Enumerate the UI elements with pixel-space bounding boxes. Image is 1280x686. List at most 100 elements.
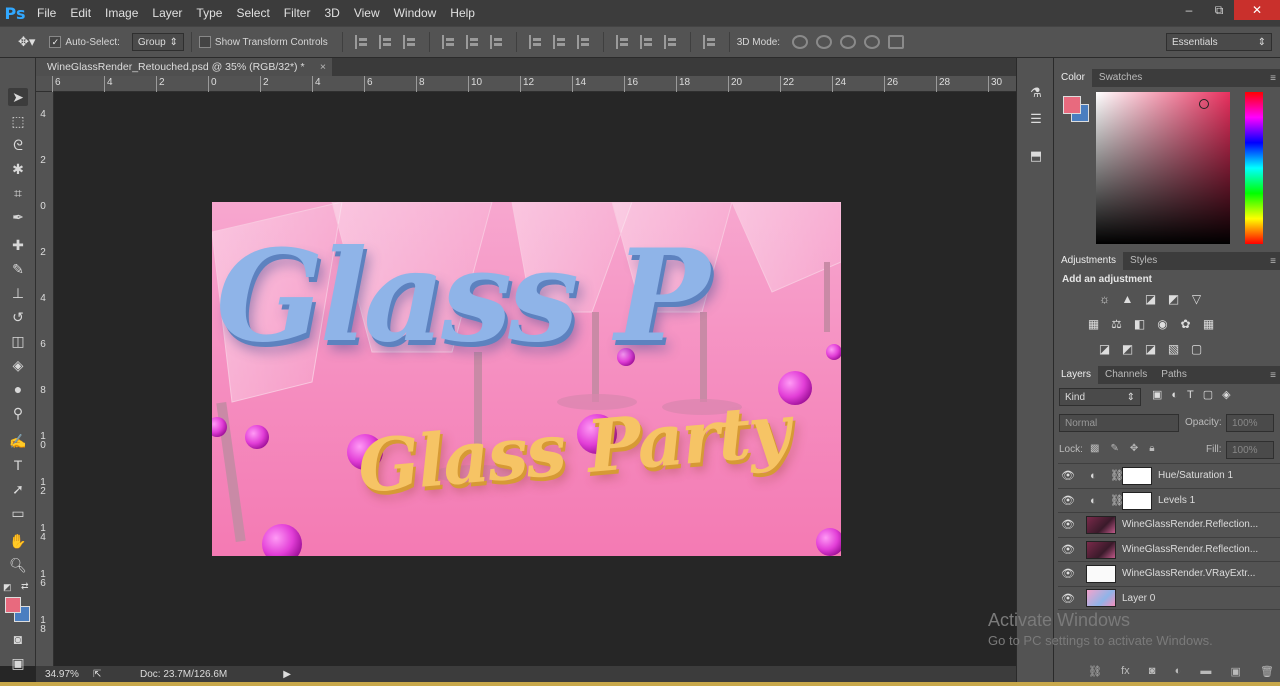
foreground-color-swatch[interactable] — [5, 597, 21, 613]
color-lookup-icon[interactable]: ▦ — [1201, 317, 1216, 331]
tab-channels[interactable]: Channels — [1098, 366, 1154, 384]
menu-view[interactable]: View — [347, 0, 387, 26]
blend-mode-dropdown[interactable]: Normal — [1059, 414, 1179, 432]
eraser-tool-icon[interactable]: ◫ — [8, 332, 28, 350]
visibility-eye-icon[interactable]: 👁︎ — [1058, 543, 1078, 556]
color-picker-cursor[interactable] — [1199, 99, 1209, 109]
layer-row[interactable]: 👁︎ WineGlassRender.Reflection... — [1058, 512, 1280, 536]
align-top-icon[interactable] — [354, 35, 369, 49]
show-transform-checkbox[interactable] — [198, 36, 211, 48]
path-selection-tool-icon[interactable]: ➚ — [8, 480, 28, 498]
magic-wand-tool-icon[interactable]: ✱ — [8, 160, 28, 178]
healing-brush-tool-icon[interactable]: ✚ — [8, 236, 28, 254]
black-white-icon[interactable]: ◧ — [1132, 317, 1147, 331]
visibility-eye-icon[interactable]: 👁︎ — [1058, 592, 1078, 605]
distribute-vcenter-icon[interactable] — [552, 35, 567, 49]
layer-name[interactable]: WineGlassRender.Reflection... — [1122, 544, 1258, 555]
tab-layers[interactable]: Layers — [1054, 366, 1099, 384]
distribute-hcenter-icon[interactable] — [639, 35, 654, 49]
align-bottom-icon[interactable] — [402, 35, 417, 49]
panel-menu-icon[interactable]: ≡ — [1270, 73, 1276, 84]
layer-row[interactable]: 👁︎ WineGlassRender.VRayExtr... — [1058, 561, 1280, 585]
fx-icon[interactable]: fx — [1121, 665, 1130, 678]
status-arrow-icon[interactable]: ▶ — [283, 669, 291, 680]
auto-select-dropdown[interactable]: Group ⇕ — [131, 33, 184, 51]
color-balance-icon[interactable]: ⚖ — [1109, 317, 1124, 331]
menu-type[interactable]: Type — [189, 0, 229, 26]
exposure-icon[interactable]: ◩ — [1166, 292, 1181, 306]
crop-tool-icon[interactable]: ⌗ — [8, 184, 28, 202]
visibility-eye-icon[interactable]: 👁︎ — [1058, 494, 1078, 507]
scale-3d-icon[interactable] — [888, 35, 905, 49]
menu-layer[interactable]: Layer — [145, 0, 189, 26]
rectangle-tool-icon[interactable]: ▭ — [8, 504, 28, 522]
visibility-eye-icon[interactable]: 👁︎ — [1058, 469, 1078, 482]
swap-colors-icon[interactable]: ⇄ — [21, 581, 29, 592]
blur-tool-icon[interactable]: ● — [8, 380, 28, 398]
hand-tool-icon[interactable]: ✋ — [8, 532, 28, 550]
gradient-map-icon[interactable]: ▧ — [1166, 342, 1181, 356]
dodge-tool-icon[interactable]: ⚲ — [8, 404, 28, 422]
layer-name[interactable]: WineGlassRender.VRayExtr... — [1122, 568, 1255, 579]
layer-filter-icons[interactable]: ▣◐T▢◈ — [1152, 388, 1240, 401]
opacity-field[interactable]: 100% — [1226, 414, 1274, 432]
pan-3d-icon[interactable] — [840, 35, 857, 49]
properties-panel-icon[interactable]: ☰ — [1026, 110, 1046, 128]
layer-row[interactable]: 👁︎ Layer 0 — [1058, 586, 1280, 610]
slide-3d-icon[interactable] — [864, 35, 881, 49]
distribute-bottom-icon[interactable] — [576, 35, 591, 49]
posterize-icon[interactable]: ◩ — [1120, 342, 1135, 356]
color-picker-field[interactable] — [1096, 92, 1230, 244]
pen-tool-icon[interactable]: ✍ — [8, 432, 28, 450]
tab-swatches[interactable]: Swatches — [1092, 69, 1149, 87]
layer-row[interactable]: 👁︎ WineGlassRender.Reflection... — [1058, 537, 1280, 561]
align-right-icon[interactable] — [489, 35, 504, 49]
levels-icon[interactable]: ▲ — [1120, 292, 1135, 306]
layer-name[interactable]: Layer 0 — [1122, 593, 1155, 604]
maximize-button[interactable]: ⧉ — [1204, 0, 1234, 20]
close-button[interactable]: ✕ — [1234, 0, 1280, 20]
invert-icon[interactable]: ◪ — [1097, 342, 1112, 356]
default-colors-icon[interactable]: ◩ — [3, 582, 12, 593]
menu-help[interactable]: Help — [443, 0, 482, 26]
brush-tool-icon[interactable]: ✎ — [8, 260, 28, 278]
distribute-right-icon[interactable] — [663, 35, 678, 49]
orbit-3d-icon[interactable] — [792, 35, 809, 49]
menu-window[interactable]: Window — [387, 0, 444, 26]
type-tool-icon[interactable]: T — [8, 456, 28, 474]
tab-styles[interactable]: Styles — [1123, 252, 1164, 270]
lasso-tool-icon[interactable]: ᘓ — [8, 136, 28, 154]
layer-row[interactable]: 👁︎ ◐ ⛓ Hue/Saturation 1 — [1058, 463, 1280, 487]
screen-mode-icon[interactable]: ▣ — [8, 654, 28, 672]
new-adjustment-icon[interactable]: ◐ — [1175, 665, 1182, 678]
menu-select[interactable]: Select — [229, 0, 276, 26]
distribute-left-icon[interactable] — [615, 35, 630, 49]
zoom-tool-icon[interactable]: 🔍︎ — [8, 556, 28, 574]
menu-edit[interactable]: Edit — [63, 0, 98, 26]
roll-3d-icon[interactable] — [816, 35, 833, 49]
link-layers-icon[interactable]: ⛓ — [1088, 665, 1102, 678]
layer-name[interactable]: Hue/Saturation 1 — [1158, 470, 1233, 481]
layer-row[interactable]: 👁︎ ◐ ⛓ Levels 1 — [1058, 488, 1280, 512]
clone-stamp-tool-icon[interactable]: ⊥ — [8, 284, 28, 302]
status-share-icon[interactable]: ⇱ — [93, 669, 113, 680]
eyedropper-tool-icon[interactable]: ✒ — [8, 208, 28, 226]
menu-filter[interactable]: Filter — [277, 0, 318, 26]
panel-menu-icon[interactable]: ≡ — [1270, 370, 1276, 381]
history-panel-icon[interactable]: ⚗ — [1026, 84, 1046, 102]
quick-mask-icon[interactable]: ◙ — [8, 630, 28, 648]
close-tab-icon[interactable]: × — [320, 58, 326, 76]
filter-kind-dropdown[interactable]: Kind ⇕ — [1059, 388, 1141, 406]
layer-name[interactable]: Levels 1 — [1158, 495, 1195, 506]
move-tool-preset-icon[interactable]: ✥▾ — [18, 34, 35, 50]
channel-mixer-icon[interactable]: ✿ — [1178, 317, 1193, 331]
marquee-tool-icon[interactable]: ⬚ — [8, 112, 28, 130]
curves-icon[interactable]: ◪ — [1143, 292, 1158, 306]
document-artwork[interactable]: Glass P Glass Party — [212, 202, 841, 556]
auto-align-layers-icon[interactable] — [702, 35, 717, 49]
photo-filter-icon[interactable]: ◉ — [1155, 317, 1170, 331]
visibility-eye-icon[interactable]: 👁︎ — [1058, 567, 1078, 580]
menu-file[interactable]: File — [30, 0, 63, 26]
history-brush-tool-icon[interactable]: ↺ — [8, 308, 28, 326]
new-group-icon[interactable]: ▬ — [1200, 665, 1211, 678]
